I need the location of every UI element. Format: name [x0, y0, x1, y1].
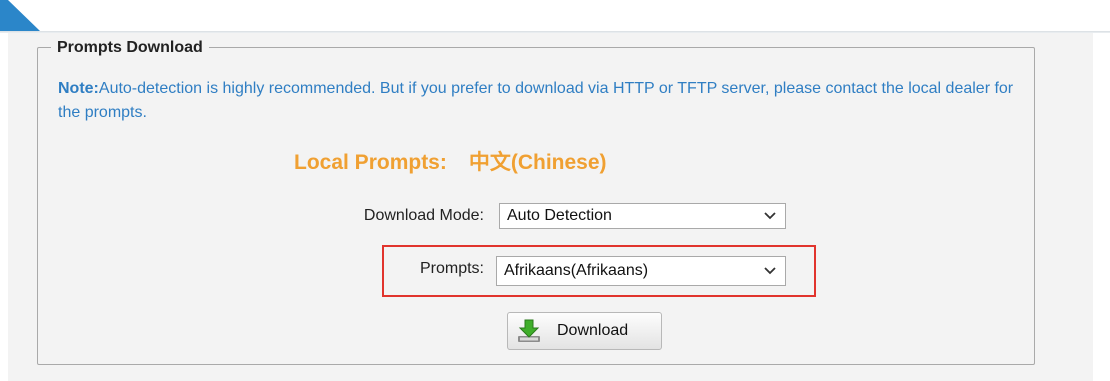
prompts-value: Afrikaans(Afrikaans) [504, 262, 649, 279]
download-button-label: Download [557, 322, 629, 339]
prompts-label: Prompts: [419, 260, 484, 277]
download-arrow-icon [516, 318, 542, 344]
header-corner-decoration [0, 0, 40, 31]
note-label: Note: [58, 80, 99, 97]
note-text: Note:Auto-detection is highly recommende… [58, 77, 1018, 125]
section-title: Prompts Download [51, 37, 209, 59]
download-button[interactable]: Download [507, 312, 662, 350]
chevron-down-icon [763, 204, 777, 228]
download-mode-select[interactable]: Auto Detection [499, 203, 786, 229]
note-body: Auto-detection is highly recommended. Bu… [58, 80, 1014, 121]
chevron-down-icon [763, 257, 777, 285]
prompts-select[interactable]: Afrikaans(Afrikaans) [496, 256, 786, 286]
download-mode-value: Auto Detection [507, 207, 612, 224]
local-prompts-label: Local Prompts: [294, 151, 447, 174]
local-prompts-row: Local Prompts: 中文(Chinese) [294, 146, 607, 176]
download-mode-label: Download Mode: [363, 207, 484, 224]
local-prompts-value: 中文(Chinese) [468, 151, 607, 174]
